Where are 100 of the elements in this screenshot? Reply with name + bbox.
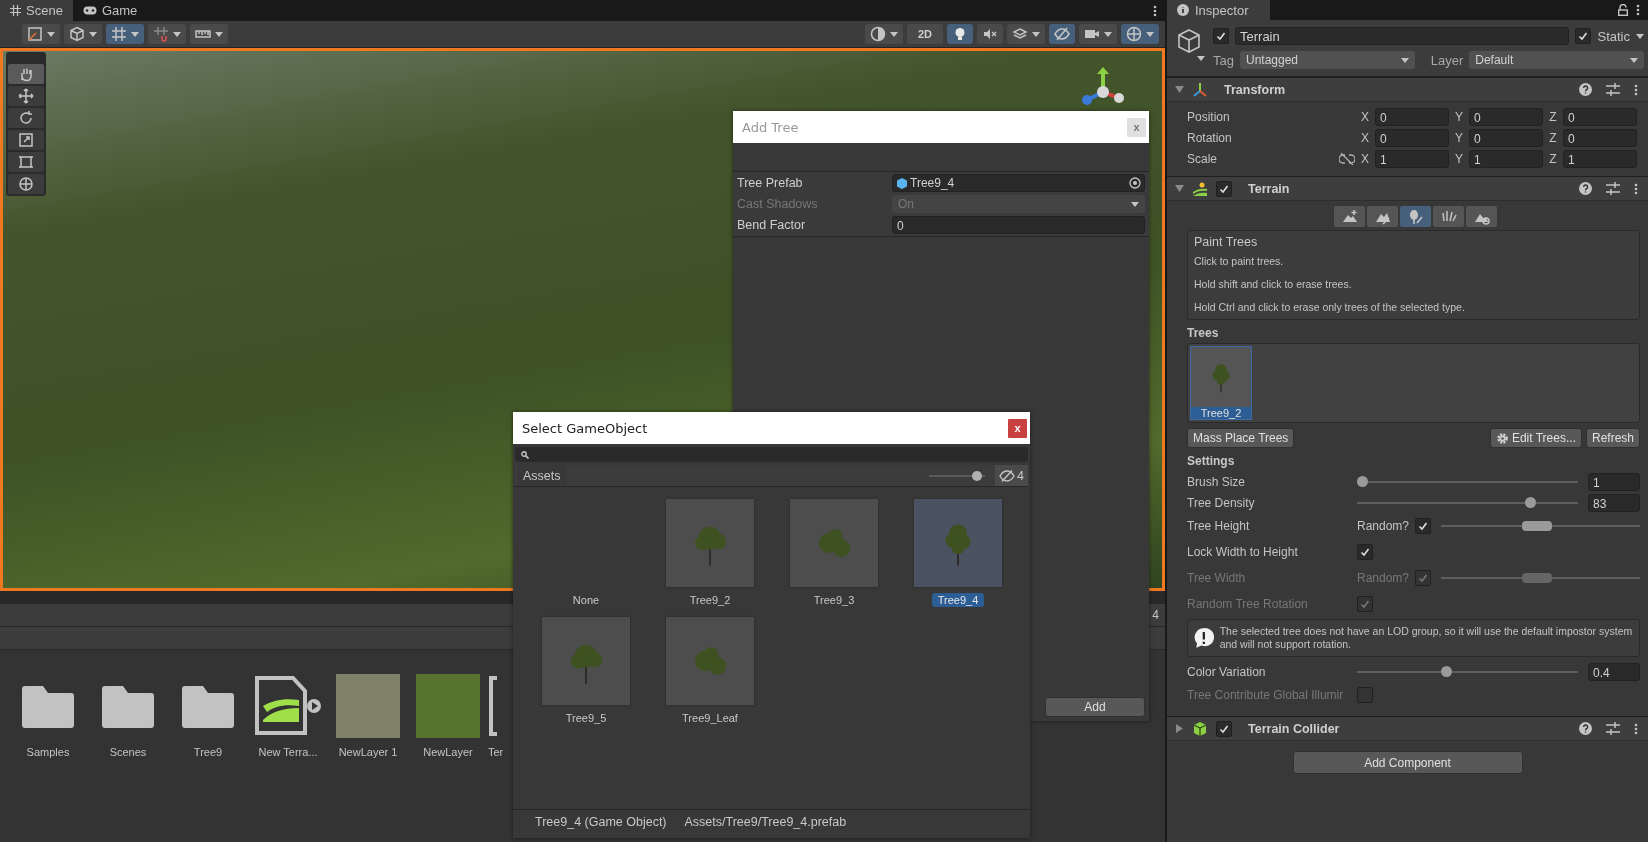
help-icon[interactable] <box>1579 722 1592 735</box>
name-field[interactable]: Terrain <box>1235 27 1570 45</box>
presets-icon[interactable] <box>1606 722 1620 735</box>
slider-thumb[interactable] <box>1357 475 1368 487</box>
lock-icon[interactable] <box>1618 4 1628 16</box>
tag-dropdown[interactable]: Untagged <box>1239 51 1415 69</box>
toolbar-button[interactable] <box>148 24 186 44</box>
object-field[interactable]: Tree9_4 <box>892 174 1145 192</box>
more-options-icon[interactable] <box>1634 722 1638 735</box>
terrain-tool-button[interactable] <box>1334 206 1365 227</box>
inspector-button[interactable]: Mass Place Trees <box>1187 428 1295 448</box>
toolbar-button[interactable] <box>977 24 1003 44</box>
checkbox[interactable] <box>1357 544 1373 560</box>
foldout-icon[interactable] <box>1175 85 1184 94</box>
number-field[interactable]: 0.4 <box>1588 662 1640 681</box>
number-field[interactable]: 0 <box>1469 128 1543 147</box>
layer-dropdown[interactable]: Default <box>1469 51 1644 69</box>
asset-label[interactable]: None <box>566 593 606 607</box>
number-field[interactable]: 0 <box>1469 107 1543 126</box>
more-options-icon[interactable] <box>1636 4 1640 16</box>
foldout-icon[interactable] <box>1175 184 1184 193</box>
slider-thumb[interactable] <box>1441 665 1452 677</box>
asset-label[interactable]: Tree9_2 <box>683 593 737 607</box>
tree-list-item[interactable]: Tree9_2 <box>1190 346 1252 420</box>
terrain-tool-button[interactable] <box>1433 206 1464 227</box>
asset-label[interactable]: Tree9_Leaf <box>676 711 744 725</box>
field-label: Random Tree Rotation <box>1187 597 1309 611</box>
help-icon[interactable] <box>1579 83 1592 96</box>
asset-label[interactable]: Tree9_3 <box>807 593 861 607</box>
checkbox[interactable] <box>1216 720 1232 737</box>
asset-label[interactable]: Tree9 <box>193 746 223 758</box>
more-options-icon[interactable] <box>1634 182 1638 195</box>
toolbar-button[interactable] <box>22 24 60 44</box>
scene-tool-button[interactable] <box>8 130 44 150</box>
tree-thumbnail[interactable] <box>542 617 630 705</box>
toolbar-button[interactable] <box>1121 24 1159 44</box>
inspector-button[interactable]: Edit Trees... <box>1489 428 1582 448</box>
close-button[interactable]: x <box>1008 418 1027 438</box>
tree-thumbnail[interactable] <box>666 617 754 705</box>
asset-label[interactable]: NewLayer 1 <box>338 746 398 758</box>
toolbar-button[interactable] <box>106 24 144 44</box>
add-button[interactable]: Add <box>1045 697 1145 717</box>
number-field[interactable]: 1 <box>1469 149 1543 168</box>
help-icon[interactable] <box>1579 182 1592 195</box>
toolbar-button[interactable] <box>190 24 228 44</box>
scene-tool-button[interactable] <box>8 86 44 106</box>
more-options-icon[interactable] <box>1153 4 1157 17</box>
terrain-tool-button[interactable] <box>1466 206 1497 227</box>
number-field[interactable]: 0 <box>1563 107 1637 126</box>
scene-tab[interactable]: Game <box>72 0 148 21</box>
tree-thumbnail[interactable] <box>790 499 878 587</box>
checkmark-icon <box>1216 31 1226 41</box>
assets-tab[interactable]: Assets <box>517 465 567 486</box>
scene-tool-button[interactable] <box>8 174 44 194</box>
asset-label[interactable]: Tree9_5 <box>559 711 613 725</box>
terrain-tool-button[interactable] <box>1367 206 1398 227</box>
hidden-packages-toggle[interactable]: 4 <box>995 465 1028 486</box>
asset-label[interactable]: Tree9_4 <box>931 593 985 607</box>
toolbar-button[interactable] <box>1079 24 1117 44</box>
terrain-tool-button[interactable] <box>1400 206 1431 227</box>
number-field[interactable]: 1 <box>1588 472 1640 491</box>
toolbar-button[interactable] <box>1007 24 1045 44</box>
toolbar-button[interactable] <box>64 24 102 44</box>
asset-label[interactable]: NewLayer <box>423 746 473 758</box>
toolbar-button[interactable] <box>947 24 973 44</box>
slider-thumb[interactable] <box>1525 496 1536 508</box>
inspector-tab[interactable]: Inspector <box>1167 0 1271 20</box>
inspector-button[interactable]: Refresh <box>1585 428 1640 448</box>
number-field[interactable]: 1 <box>1563 149 1637 168</box>
add-component-button[interactable]: Add Component <box>1292 751 1523 774</box>
shading-sphere-icon <box>869 26 886 42</box>
checkbox[interactable] <box>1415 518 1432 534</box>
number-field[interactable]: 0 <box>1375 107 1449 126</box>
number-field[interactable]: 0 <box>892 216 1145 234</box>
number-field[interactable]: 83 <box>1588 493 1640 512</box>
foldout-icon[interactable] <box>1175 724 1184 733</box>
asset-label[interactable]: New Terra... <box>258 746 318 758</box>
presets-icon[interactable] <box>1606 182 1620 195</box>
scene-tab[interactable]: Scene <box>0 0 73 21</box>
presets-icon[interactable] <box>1606 83 1620 96</box>
checkbox[interactable] <box>1216 180 1232 197</box>
cube-icon[interactable] <box>1177 28 1205 62</box>
tree-thumbnail[interactable] <box>914 499 1002 587</box>
toolbar-button[interactable] <box>1049 24 1075 44</box>
scene-tool-button[interactable] <box>8 108 44 128</box>
more-options-icon[interactable] <box>1634 83 1638 96</box>
number-field[interactable]: 0 <box>1375 128 1449 147</box>
checkbox[interactable] <box>1575 28 1592 44</box>
asset-label[interactable]: Scenes <box>109 746 147 758</box>
asset-label[interactable]: Samples <box>26 746 70 758</box>
tree-thumbnail[interactable] <box>666 499 754 587</box>
checkbox[interactable] <box>1213 28 1229 44</box>
toolbar-button[interactable] <box>864 24 903 44</box>
scene-tool-button[interactable] <box>8 152 44 172</box>
number-field[interactable]: 0 <box>1563 128 1637 147</box>
scene-tool-button[interactable] <box>8 64 44 84</box>
asset-label[interactable]: Ter <box>488 746 504 758</box>
search-field[interactable] <box>515 447 1028 462</box>
number-field[interactable]: 1 <box>1375 149 1449 168</box>
toolbar-button[interactable]: 2D <box>906 24 943 44</box>
